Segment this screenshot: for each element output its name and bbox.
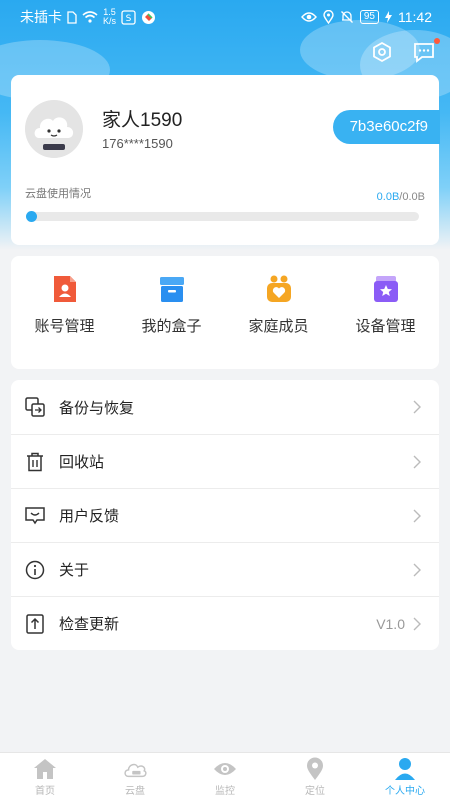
svg-text:S: S xyxy=(126,14,132,24)
cloud-usage-value: 0.0B/0.0B xyxy=(376,191,425,203)
account-management-button[interactable]: 账号管理 xyxy=(11,256,118,369)
status-bar: 未插卡 1.5 K/s S 95 11:42 xyxy=(0,0,450,34)
location-status-icon xyxy=(323,10,334,24)
bottom-tab-bar: 首页 云盘 监控 定位 个人中心 xyxy=(0,752,450,800)
home-icon xyxy=(33,757,57,781)
box-icon xyxy=(157,273,187,305)
charging-icon xyxy=(385,11,392,23)
eye-status-icon xyxy=(300,11,317,23)
chevron-right-icon xyxy=(409,617,425,631)
my-box-button[interactable]: 我的盒子 xyxy=(118,256,225,369)
profile-card: 家人1590 176****1590 7b3e60c2f9 云盘使用情况 0.0… xyxy=(11,75,440,245)
tab-home[interactable]: 首页 xyxy=(0,753,90,800)
menu-item-recycle-bin[interactable]: 回收站 xyxy=(11,434,439,488)
app-notification-icon: S xyxy=(121,9,136,25)
tab-personal-center[interactable]: 个人中心 xyxy=(360,753,450,800)
device-icon xyxy=(371,273,401,305)
device-management-button[interactable]: 设备管理 xyxy=(332,256,439,369)
family-icon xyxy=(264,273,294,305)
location-icon xyxy=(303,757,327,781)
menu-item-check-update[interactable]: 检查更新 V1.0 xyxy=(11,596,439,650)
clock: 11:42 xyxy=(398,9,432,25)
family-members-button[interactable]: 家庭成员 xyxy=(225,256,332,369)
carrier-text: 未插卡 xyxy=(20,9,62,25)
tab-cloud-drive[interactable]: 云盘 xyxy=(90,753,180,800)
cloud-usage-label: 云盘使用情况 xyxy=(25,188,91,200)
chevron-right-icon xyxy=(409,455,425,469)
cloud-usage-progress xyxy=(26,211,419,222)
feedback-icon xyxy=(25,506,45,526)
version-text: V1.0 xyxy=(376,615,405,632)
settings-button[interactable] xyxy=(370,40,394,64)
quick-actions: 账号管理 我的盒子 家庭成员 设备管理 xyxy=(11,256,439,369)
cloud-avatar-icon xyxy=(25,100,83,158)
message-button[interactable] xyxy=(412,38,440,64)
device-id-badge[interactable]: 7b3e60c2f9 xyxy=(332,110,440,144)
chevron-right-icon xyxy=(409,400,425,414)
app-colorful-icon xyxy=(141,10,156,25)
cloud-used: 0.0B xyxy=(376,191,400,203)
wifi-icon xyxy=(82,11,98,23)
person-icon xyxy=(393,757,417,781)
avatar[interactable] xyxy=(25,100,83,158)
progress-indicator xyxy=(26,211,37,222)
account-icon xyxy=(50,273,80,305)
menu-item-feedback[interactable]: 用户反馈 xyxy=(11,488,439,542)
user-phone: 176****1590 xyxy=(102,136,173,151)
eye-icon xyxy=(213,757,237,781)
cloud-icon xyxy=(123,757,147,781)
backup-icon xyxy=(25,397,45,417)
user-name: 家人1590 xyxy=(102,110,183,131)
tab-monitor[interactable]: 监控 xyxy=(180,753,270,800)
menu-item-backup[interactable]: 备份与恢复 xyxy=(11,380,439,434)
menu-item-about[interactable]: 关于 xyxy=(11,542,439,596)
settings-hex-icon xyxy=(373,41,391,63)
update-icon xyxy=(25,613,45,634)
message-icon xyxy=(414,43,434,63)
top-actions xyxy=(370,38,440,64)
mute-bell-icon xyxy=(340,10,354,24)
tab-location[interactable]: 定位 xyxy=(270,753,360,800)
message-badge xyxy=(434,38,440,44)
chevron-right-icon xyxy=(409,563,425,577)
chevron-right-icon xyxy=(409,509,425,523)
cloud-total: 0.0B xyxy=(402,191,425,203)
info-icon xyxy=(25,560,45,580)
battery-level: 95 xyxy=(359,10,379,24)
sim-icon xyxy=(67,10,77,24)
network-speed: 1.5 K/s xyxy=(103,7,117,26)
settings-menu: 备份与恢复 回收站 用户反馈 关于 检查更新 V1.0 xyxy=(11,380,439,650)
trash-icon xyxy=(25,452,45,472)
